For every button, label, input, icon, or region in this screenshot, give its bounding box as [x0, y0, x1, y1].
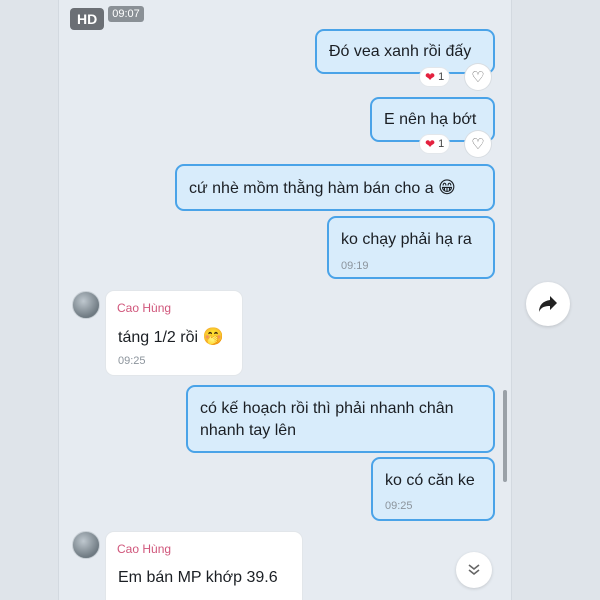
double-chevron-down-icon[interactable] [456, 552, 492, 588]
share-arrow-icon[interactable] [526, 282, 570, 326]
message-text: E nên hạ bớt [384, 111, 477, 128]
outgoing-message[interactable]: ko chạy phải hạ ra 09:19 [327, 216, 495, 279]
heart-outline-icon[interactable]: ♡ [465, 64, 491, 90]
heart-red-icon: ❤ [425, 137, 436, 151]
message-text: Đó vea xanh rồi đấy [329, 43, 472, 60]
scrollbar[interactable] [503, 390, 507, 482]
media-header: HD 09:07 [70, 6, 144, 30]
message-text-body: cứ nhè mồm thằng hàm bán cho a [189, 180, 434, 197]
reaction-count: 1 [438, 138, 445, 150]
sender-name[interactable]: Cao Hùng [117, 542, 171, 556]
shy-emoji-icon: 🤭 [202, 327, 224, 347]
message-time: 09:19 [341, 260, 369, 272]
outgoing-message[interactable]: có kế hoạch rồi thì phải nhanh chân nhan… [186, 385, 495, 453]
message-text: Em bán MP khớp 39.6 [118, 569, 278, 586]
sender-name[interactable]: Cao Hùng [117, 301, 171, 315]
heart-red-icon: ❤ [425, 70, 436, 84]
avatar[interactable] [72, 291, 100, 319]
reaction-count: 1 [438, 71, 445, 83]
message-text-line-1: có kế hoạch rồi thì phải nhanh chân [200, 400, 454, 417]
header-timestamp: 09:07 [108, 6, 144, 22]
message-text: táng 1/2 rồi 🤭 [118, 326, 224, 349]
incoming-message[interactable]: Cao Hùng táng 1/2 rồi 🤭 09:25 [105, 290, 243, 376]
grin-emoji-icon: 😁 [438, 178, 456, 198]
incoming-message[interactable]: Cao Hùng Em bán MP khớp 39.6 [105, 531, 303, 600]
avatar[interactable] [72, 531, 100, 559]
message-time: 09:25 [118, 355, 146, 367]
chat-screen: HD 09:07 Đó vea xanh rồi đấy ❤ 1 ♡ E nên… [0, 0, 600, 600]
outgoing-message[interactable]: cứ nhè mồm thằng hàm bán cho a 😁 [175, 164, 495, 211]
reaction-badge[interactable]: ❤ 1 [420, 68, 450, 86]
message-text: ko có căn ke [385, 472, 475, 489]
message-text-body: táng 1/2 rồi [118, 329, 199, 346]
hd-badge[interactable]: HD [70, 8, 105, 30]
heart-outline-icon[interactable]: ♡ [465, 131, 491, 157]
message-text: cứ nhè mồm thằng hàm bán cho a 😁 [189, 177, 456, 200]
message-time: 09:25 [385, 500, 413, 512]
outgoing-message[interactable]: ko có căn ke 09:25 [371, 457, 495, 521]
reaction-badge[interactable]: ❤ 1 [420, 135, 450, 153]
message-text-line-2: nhanh tay lên [200, 422, 297, 439]
message-text: ko chạy phải hạ ra [341, 231, 472, 248]
